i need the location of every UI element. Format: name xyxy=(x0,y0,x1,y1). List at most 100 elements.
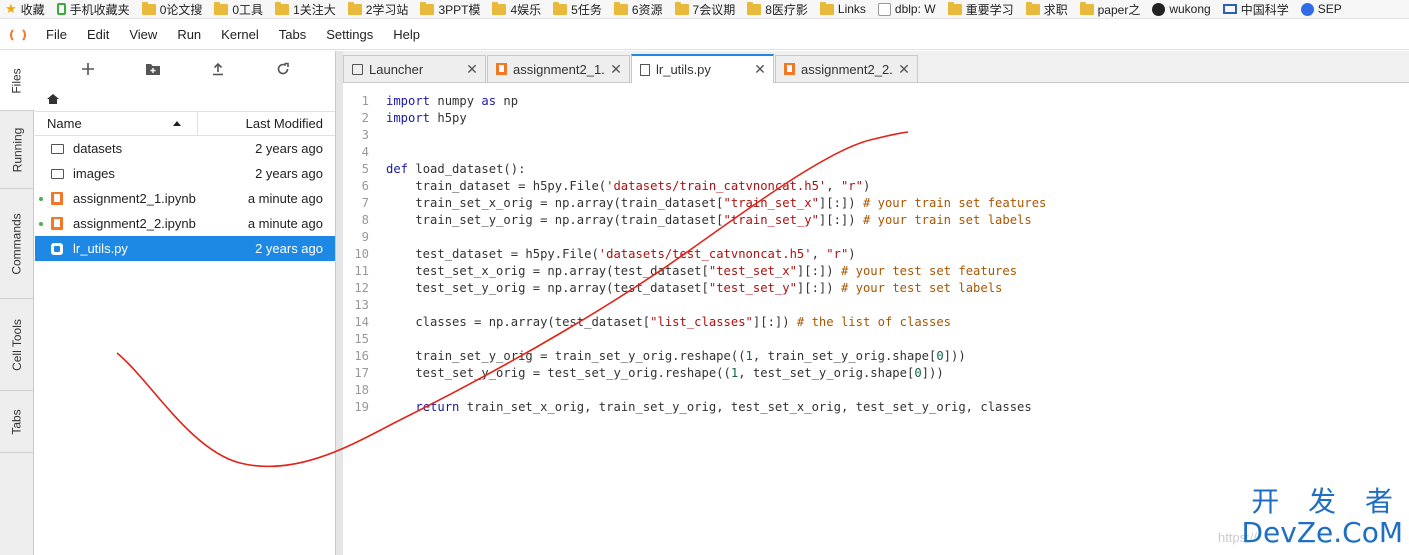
close-icon[interactable]: ✕ xyxy=(609,61,623,78)
bookmark-item[interactable]: 0工具 xyxy=(209,0,270,18)
bookmark-item[interactable]: 求职 xyxy=(1021,0,1075,18)
new-launcher-button[interactable] xyxy=(76,57,100,81)
main-dock-area: Launcher ✕ assignment2_1. ✕ lr_utils.py ✕ assi… xyxy=(343,51,1409,555)
code-line: 13 xyxy=(343,297,1409,314)
bookmark-item[interactable]: 3PPT模 xyxy=(415,0,487,18)
folder-icon xyxy=(553,1,568,15)
document-tab[interactable]: Launcher ✕ xyxy=(343,55,486,82)
bookmark-item[interactable]: 2学习站 xyxy=(343,0,416,18)
bookmark-item[interactable]: 5任务 xyxy=(548,0,609,18)
menu-help[interactable]: Help xyxy=(383,20,430,50)
code-line: 2 import h5py xyxy=(343,110,1409,127)
folder-icon xyxy=(49,143,65,154)
menu-kernel[interactable]: Kernel xyxy=(211,20,269,50)
launcher-icon xyxy=(352,63,363,75)
line-number: 4 xyxy=(361,145,369,159)
bookmark-item[interactable]: 重要学习 xyxy=(943,0,1021,18)
name-column-header[interactable]: Name xyxy=(35,112,198,135)
folder-icon xyxy=(492,1,507,15)
file-row[interactable]: assignment2_1.ipynb a minute ago xyxy=(35,186,335,211)
panel-splitter[interactable] xyxy=(336,51,343,555)
code-text: train_set_y_orig = np.array(train_datase… xyxy=(386,213,1032,227)
bookmark-item[interactable]: 6资源 xyxy=(609,0,670,18)
bookmark-item[interactable]: 7会议期 xyxy=(670,0,743,18)
line-number: 19 xyxy=(354,400,369,414)
bookmark-label: 2学习站 xyxy=(365,2,409,17)
code-text: def load_dataset(): xyxy=(386,162,526,176)
file-list-header: Name Last Modified xyxy=(35,111,335,136)
menu-tabs[interactable]: Tabs xyxy=(269,20,316,50)
menu-run[interactable]: Run xyxy=(167,20,211,50)
menu-file[interactable]: File xyxy=(36,20,77,50)
upload-button[interactable] xyxy=(206,57,230,81)
folder-icon xyxy=(819,1,834,15)
bookmark-item[interactable]: 4娱乐 xyxy=(487,0,548,18)
bookmark-item[interactable]: 0论文搜 xyxy=(137,0,210,18)
close-icon[interactable]: ✕ xyxy=(465,61,479,78)
bookmark-item[interactable]: Links xyxy=(815,0,873,18)
bookmark-item[interactable]: 中国科学 xyxy=(1218,0,1296,18)
file-modified: a minute ago xyxy=(247,191,323,206)
bookmark-item[interactable]: wukong xyxy=(1147,0,1217,18)
sidebar-tab-cell-tools[interactable]: Cell Tools xyxy=(0,299,34,391)
bookmark-label: 求职 xyxy=(1043,2,1068,17)
new-folder-button[interactable] xyxy=(141,57,165,81)
bookmark-label: 6资源 xyxy=(631,2,663,17)
folder-icon xyxy=(275,1,290,15)
bookmark-item[interactable]: SEP xyxy=(1296,0,1349,18)
file-row[interactable]: lr_utils.py 2 years ago xyxy=(35,236,335,261)
code-editor[interactable]: 1 import numpy as np 2 import h5py 3 4 5 def lo… xyxy=(343,93,1409,416)
bookmark-label: wukong xyxy=(1169,2,1211,16)
bookmark-item[interactable]: dblp: W xyxy=(873,0,943,18)
bookmark-item[interactable]: paper之 xyxy=(1075,0,1148,18)
close-icon[interactable]: ✕ xyxy=(897,61,911,78)
line-number: 14 xyxy=(354,315,369,329)
document-tab-bar: Launcher ✕ assignment2_1. ✕ lr_utils.py ✕ assi… xyxy=(343,51,1409,83)
code-line: 9 xyxy=(343,229,1409,246)
file-name: assignment2_1.ipynb xyxy=(73,191,196,206)
modified-column-header[interactable]: Last Modified xyxy=(198,112,335,135)
name-column-label: Name xyxy=(47,116,82,131)
code-line: 12 test_set_y_orig = np.array(test_datas… xyxy=(343,280,1409,297)
code-text: test_set_y_orig = np.array(test_dataset[… xyxy=(386,281,1003,295)
star-icon: ★ xyxy=(5,1,17,16)
menu-settings[interactable]: Settings xyxy=(316,20,383,50)
home-icon[interactable] xyxy=(47,94,59,104)
file-name: lr_utils.py xyxy=(73,241,128,256)
document-tab[interactable]: assignment2_2. ✕ xyxy=(775,55,918,82)
menu-edit[interactable]: Edit xyxy=(77,20,119,50)
file-row[interactable]: datasets 2 years ago xyxy=(35,136,335,161)
sidebar-tab-commands[interactable]: Commands xyxy=(0,189,34,299)
document-tab[interactable]: lr_utils.py ✕ xyxy=(631,54,774,83)
folder-icon xyxy=(613,1,628,15)
code-text: train_set_x_orig = np.array(train_datase… xyxy=(386,196,1047,210)
code-line: 11 test_set_x_orig = np.array(test_datas… xyxy=(343,263,1409,280)
bookmark-label: 5任务 xyxy=(571,2,602,17)
sidebar-tab-files[interactable]: Files xyxy=(0,51,35,111)
line-number: 13 xyxy=(354,298,369,312)
file-row[interactable]: images 2 years ago xyxy=(35,161,335,186)
refresh-button[interactable] xyxy=(271,57,295,81)
refresh-icon xyxy=(277,62,289,75)
sidebar-tab-running[interactable]: Running xyxy=(0,111,34,189)
tab-label: lr_utils.py xyxy=(656,62,711,77)
bookmark-label: 手机收藏夹 xyxy=(69,2,130,17)
sidebar-tab-tabs[interactable]: Tabs xyxy=(0,391,34,453)
code-line: 5 def load_dataset(): xyxy=(343,161,1409,178)
bookmark-item[interactable]: 1关注大 xyxy=(270,0,343,18)
file-modified: 2 years ago xyxy=(255,141,323,156)
bookmark-label: SEP xyxy=(1317,2,1342,16)
bookmark-item[interactable]: 8医疗影 xyxy=(742,0,815,18)
close-icon[interactable]: ✕ xyxy=(753,61,767,78)
document-tab[interactable]: assignment2_1. ✕ xyxy=(487,55,630,82)
file-row[interactable]: assignment2_2.ipynb a minute ago xyxy=(35,211,335,236)
sidebar-tab-label: Commands xyxy=(10,212,25,275)
menu-view[interactable]: View xyxy=(119,20,167,50)
bookmark-item[interactable]: ★ 收藏 xyxy=(0,0,52,18)
bookmark-label: 7会议期 xyxy=(692,2,736,17)
folder-icon xyxy=(1025,1,1040,15)
bookmark-item[interactable]: 手机收藏夹 xyxy=(52,0,137,18)
